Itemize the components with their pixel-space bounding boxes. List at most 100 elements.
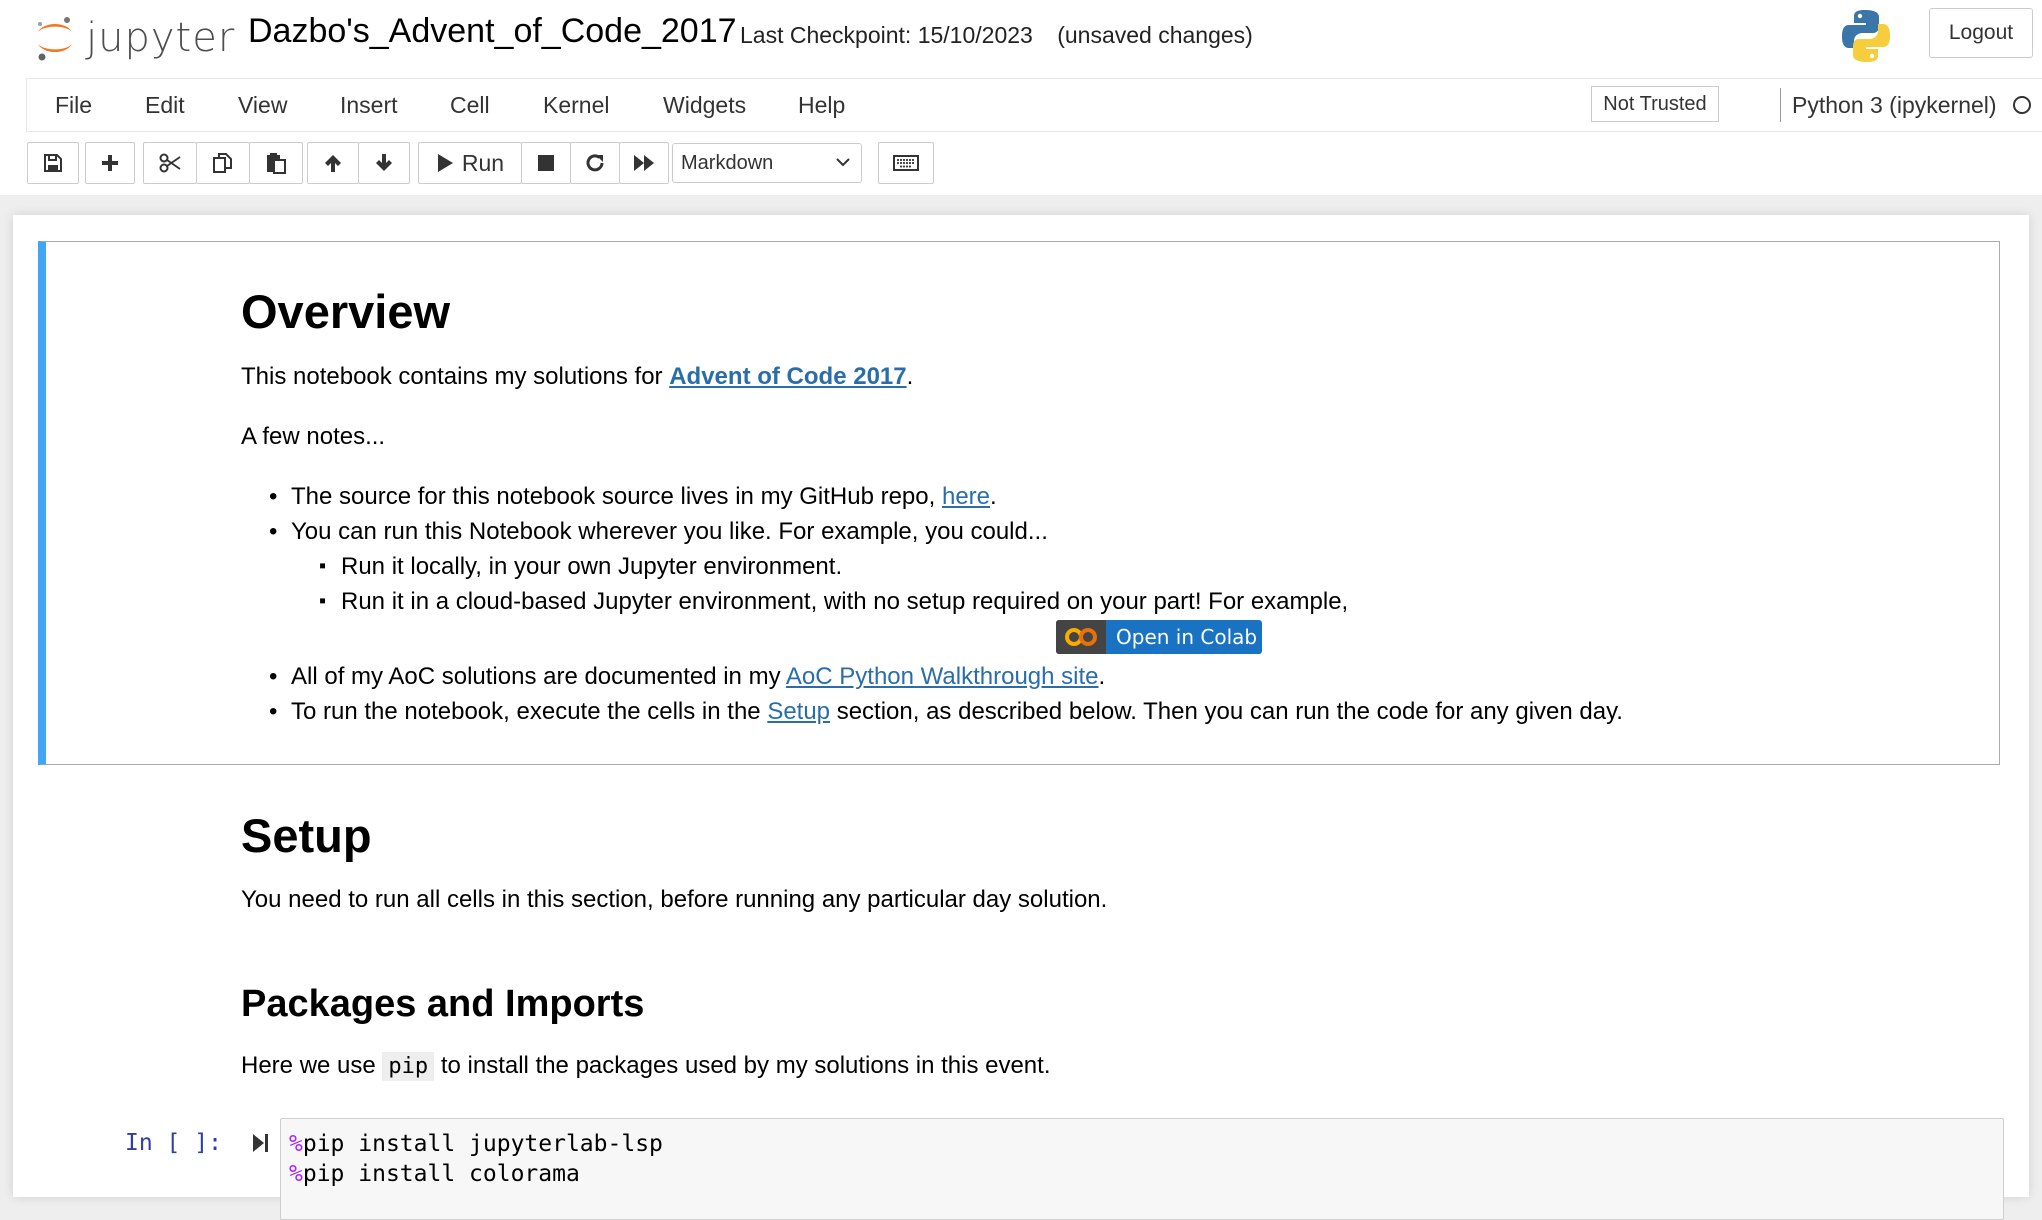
toolbar-group-save (27, 142, 79, 184)
list-item: The source for this notebook source live… (269, 482, 1048, 512)
arrow-down-icon (376, 154, 392, 171)
notebook-title[interactable]: Dazbo's_Advent_of_Code_2017 (248, 12, 737, 51)
paste-icon (267, 153, 286, 174)
intro-text: This notebook contains my solutions for (241, 363, 670, 390)
save-icon (44, 154, 62, 172)
fast-forward-icon (634, 155, 654, 171)
intro-end: . (906, 363, 914, 390)
code-line: %pip install jupyterlab-lsp (289, 1131, 663, 1157)
notebook-container: Overview This notebook contains my solut… (13, 215, 2029, 1220)
copy-button[interactable] (196, 142, 250, 184)
restart-run-all-button[interactable] (619, 142, 669, 184)
kernel-idle-icon (2013, 96, 2031, 114)
repo-text: The source for this notebook source live… (291, 483, 942, 510)
walkthrough-link[interactable]: AoC Python Walkthrough site (786, 663, 1099, 690)
cell-type-select[interactable]: Markdown (672, 143, 862, 183)
cell-type-value: Markdown (681, 151, 774, 174)
setup-text-end: section, as described below. Then you ca… (830, 698, 1623, 725)
command-palette-button[interactable] (878, 142, 934, 184)
checkpoint-status: Last Checkpoint: 15/10/2023 (unsaved cha… (740, 22, 1253, 49)
toolbar: Run (0, 140, 2042, 192)
walkthrough-text: All of my AoC solutions are documented i… (291, 663, 786, 690)
packages-text: Here we use pip to install the packages … (241, 1051, 1051, 1081)
cut-icon (159, 153, 181, 173)
python-logo-icon (1842, 10, 1890, 62)
code-line: %pip install colorama (289, 1161, 580, 1187)
jupyter-logo[interactable]: jupyter (34, 10, 235, 66)
toolbar-group-keyboard (878, 142, 934, 184)
menu-kernel[interactable]: Kernel (543, 92, 609, 119)
logout-button[interactable]: Logout (1929, 8, 2033, 58)
top-bar: jupyter Dazbo's_Advent_of_Code_2017 Last… (0, 0, 2042, 76)
setup-text: To run the notebook, execute the cells i… (291, 698, 768, 725)
repo-text-end: . (990, 483, 997, 510)
plus-icon (102, 155, 118, 171)
run-button[interactable]: Run (418, 142, 522, 184)
menu-widgets[interactable]: Widgets (663, 92, 746, 119)
github-repo-link[interactable]: here (942, 483, 990, 510)
colab-label: Open in Colab (1116, 625, 1258, 649)
restart-icon (586, 154, 604, 172)
paste-button[interactable] (249, 142, 303, 184)
toolbar-group-run: Run (418, 142, 669, 184)
menu-cell[interactable]: Cell (450, 92, 490, 119)
magic-symbol: % (289, 1131, 303, 1157)
copy-icon (213, 153, 232, 173)
notes-list: The source for this notebook source live… (269, 482, 1048, 547)
menu-insert[interactable]: Insert (340, 92, 398, 119)
magic-symbol: % (289, 1161, 303, 1187)
arrow-up-icon (325, 155, 341, 172)
code-text: pip install colorama (302, 1161, 580, 1187)
kernel-name[interactable]: Python 3 (ipykernel) (1792, 92, 1997, 119)
run-icon (437, 154, 453, 172)
setup-link[interactable]: Setup (767, 698, 830, 725)
list-item: All of my AoC solutions are documented i… (269, 662, 1623, 692)
advent-of-code-link[interactable]: Advent of Code 2017 (669, 363, 906, 390)
kernel-separator (1780, 88, 1781, 122)
move-down-button[interactable] (358, 142, 410, 184)
packages-pre: Here we use (241, 1052, 383, 1079)
trust-indicator-button[interactable]: Not Trusted (1591, 86, 1719, 122)
list-item: You can run this Notebook wherever you l… (269, 517, 1048, 547)
walkthrough-end: . (1098, 663, 1106, 690)
jupyter-logo-icon (38, 17, 72, 61)
logo-text: jupyter (86, 15, 236, 61)
list-item: Run it in a cloud-based Jupyter environm… (319, 587, 1348, 617)
toolbar-group-insert (85, 142, 135, 184)
overview-heading: Overview (241, 285, 451, 338)
chevron-down-icon (836, 158, 850, 167)
setup-heading: Setup (241, 809, 372, 862)
toolbar-group-move (307, 142, 410, 184)
code-text: pip install jupyterlab-lsp (302, 1131, 663, 1157)
cut-button[interactable] (143, 142, 197, 184)
pip-code: pip (382, 1052, 435, 1081)
run-cell-icon[interactable] (251, 1132, 269, 1154)
keyboard-icon (893, 155, 919, 171)
toolbar-group-edit (143, 142, 303, 184)
run-label: Run (461, 149, 505, 176)
colab-icon (1056, 620, 1106, 654)
open-in-colab-badge[interactable]: Open in Colab (1056, 620, 1262, 654)
restart-button[interactable] (570, 142, 620, 184)
code-editor[interactable]: %pip install jupyterlab-lsp %pip install… (280, 1118, 2004, 1220)
menu-view[interactable]: View (238, 92, 287, 119)
overview-intro: This notebook contains my solutions for … (241, 362, 913, 392)
notes-list-2: All of my AoC solutions are documented i… (269, 662, 1623, 727)
notebook-header: jupyter Dazbo's_Advent_of_Code_2017 Last… (0, 0, 2042, 195)
menu-edit[interactable]: Edit (145, 92, 185, 119)
run-options-list: Run it locally, in your own Jupyter envi… (319, 552, 1348, 617)
list-item: To run the notebook, execute the cells i… (269, 697, 1623, 727)
save-button[interactable] (27, 142, 79, 184)
checkpoint-text: Last Checkpoint: 15/10/2023 (740, 22, 1033, 48)
input-prompt: In [ ]: (125, 1130, 222, 1156)
setup-text: You need to run all cells in this sectio… (241, 886, 1108, 913)
insert-cell-button[interactable] (85, 142, 135, 184)
menu-file[interactable]: File (55, 92, 92, 119)
unsaved-indicator: (unsaved changes) (1057, 22, 1253, 48)
interrupt-button[interactable] (521, 142, 571, 184)
list-item: Run it locally, in your own Jupyter envi… (319, 552, 1348, 582)
packages-post: to install the packages used by my solut… (434, 1052, 1051, 1079)
menu-bar: File Edit View Insert Cell Kernel Widget… (26, 78, 2042, 132)
menu-help[interactable]: Help (798, 92, 845, 119)
move-up-button[interactable] (307, 142, 359, 184)
